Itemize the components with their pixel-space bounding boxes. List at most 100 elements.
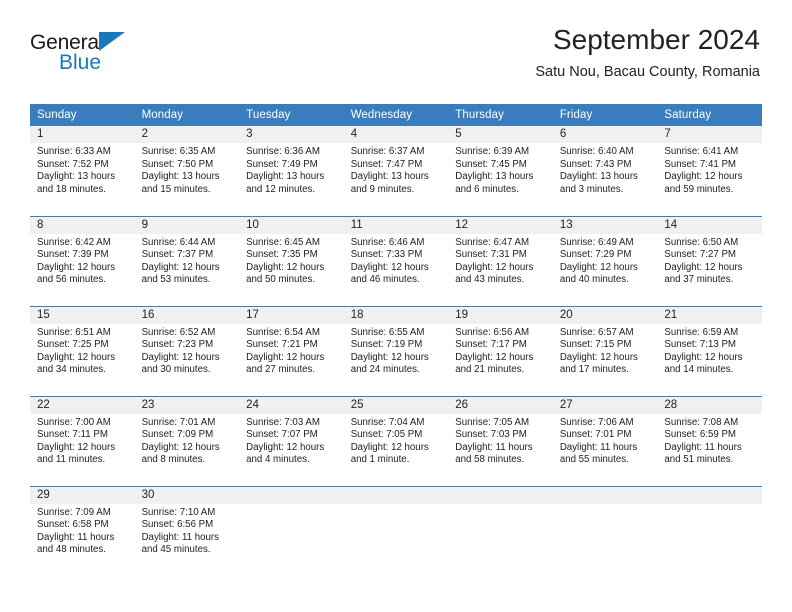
day-cell[interactable]: 19 Sunrise: 6:56 AM Sunset: 7:17 PM Dayl… — [448, 305, 553, 396]
day-cell[interactable]: 22 Sunrise: 7:00 AM Sunset: 7:11 PM Dayl… — [30, 395, 135, 486]
page-title: September 2024 — [552, 24, 760, 55]
daylight-text-line1: Daylight: 12 hours — [141, 261, 220, 273]
day-number: 4 — [343, 126, 449, 143]
day-cell[interactable]: 7 Sunrise: 6:41 AM Sunset: 7:41 PM Dayli… — [657, 126, 762, 216]
daylight-text-line1: Daylight: 12 hours — [141, 351, 220, 363]
column-header-wednesday: Wednesday — [343, 104, 449, 126]
daylight-text-line2: and 6 minutes. — [455, 183, 519, 195]
day-number: 11 — [343, 216, 449, 234]
day-cell[interactable]: 25 Sunrise: 7:04 AM Sunset: 7:05 PM Dayl… — [343, 395, 449, 486]
day-number: 14 — [657, 216, 762, 234]
sunrise-text: Sunrise: 7:06 AM — [559, 416, 634, 428]
day-cell[interactable]: 24 Sunrise: 7:03 AM Sunset: 7:07 PM Dayl… — [239, 395, 344, 486]
sunrise-text: Sunrise: 6:54 AM — [246, 326, 320, 338]
day-details: Sunrise: 7:08 AM Sunset: 6:59 PM Dayligh… — [657, 414, 762, 467]
daylight-text-line1: Daylight: 12 hours — [37, 441, 116, 453]
day-details: Sunrise: 7:00 AM Sunset: 7:11 PM Dayligh… — [30, 414, 135, 467]
daylight-text-line2: and 45 minutes. — [141, 544, 211, 556]
daylight-text-line1: Daylight: 13 hours — [350, 171, 429, 183]
day-cell[interactable]: 30 Sunrise: 7:10 AM Sunset: 6:56 PM Dayl… — [134, 485, 240, 576]
day-cell[interactable]: 15 Sunrise: 6:51 AM Sunset: 7:25 PM Dayl… — [30, 305, 135, 396]
day-cell[interactable]: 6 Sunrise: 6:40 AM Sunset: 7:43 PM Dayli… — [552, 126, 658, 216]
day-cell[interactable]: 29 Sunrise: 7:09 AM Sunset: 6:58 PM Dayl… — [30, 485, 135, 576]
sunset-text: Sunset: 7:37 PM — [141, 249, 214, 261]
sunrise-text: Sunrise: 6:35 AM — [141, 146, 216, 157]
day-cell[interactable]: 12 Sunrise: 6:47 AM Sunset: 7:31 PM Dayl… — [448, 215, 553, 306]
calendar-week-row: 8 Sunrise: 6:42 AM Sunset: 7:39 PM Dayli… — [30, 215, 762, 306]
daylight-text-line1: Daylight: 11 hours — [37, 531, 115, 543]
day-details: Sunrise: 6:51 AM Sunset: 7:25 PM Dayligh… — [30, 324, 135, 377]
day-cell[interactable]: 21 Sunrise: 6:59 AM Sunset: 7:13 PM Dayl… — [657, 305, 762, 396]
day-cell[interactable]: 10 Sunrise: 6:45 AM Sunset: 7:35 PM Dayl… — [239, 215, 344, 306]
calendar-page: General Blue September 2024 Satu Nou, Ba… — [0, 0, 792, 612]
column-header-thursday: Thursday — [448, 104, 553, 126]
sunset-text: Sunset: 7:11 PM — [37, 429, 108, 441]
day-cell[interactable]: 27 Sunrise: 7:06 AM Sunset: 7:01 PM Dayl… — [552, 395, 658, 486]
column-header-friday: Friday — [552, 104, 658, 126]
day-number: 19 — [448, 306, 553, 324]
day-details: Sunrise: 6:44 AM Sunset: 7:37 PM Dayligh… — [135, 234, 240, 287]
daylight-text-line2: and 40 minutes. — [559, 274, 629, 286]
day-cell[interactable]: 5 Sunrise: 6:39 AM Sunset: 7:45 PM Dayli… — [448, 126, 553, 216]
day-number: 27 — [552, 396, 658, 414]
sunrise-text: Sunrise: 6:40 AM — [559, 146, 634, 157]
day-number: 13 — [552, 216, 658, 234]
day-details: Sunrise: 6:50 AM Sunset: 7:27 PM Dayligh… — [657, 234, 762, 287]
day-number — [657, 486, 762, 504]
day-cell[interactable]: 4 Sunrise: 6:37 AM Sunset: 7:47 PM Dayli… — [343, 126, 449, 216]
day-cell[interactable]: 26 Sunrise: 7:05 AM Sunset: 7:03 PM Dayl… — [448, 395, 553, 486]
sunset-text: Sunset: 7:25 PM — [37, 339, 109, 351]
column-header-tuesday: Tuesday — [239, 104, 344, 126]
sunrise-text: Sunrise: 7:01 AM — [141, 416, 216, 428]
day-cell[interactable]: 17 Sunrise: 6:54 AM Sunset: 7:21 PM Dayl… — [239, 305, 344, 396]
day-cell[interactable]: 9 Sunrise: 6:44 AM Sunset: 7:37 PM Dayli… — [134, 215, 240, 306]
sunrise-text: Sunrise: 6:37 AM — [350, 146, 425, 157]
sunset-text: Sunset: 7:17 PM — [455, 339, 527, 351]
calendar-week-row: 15 Sunrise: 6:51 AM Sunset: 7:25 PM Dayl… — [30, 305, 762, 396]
day-cell[interactable]: 14 Sunrise: 6:50 AM Sunset: 7:27 PM Dayl… — [657, 215, 762, 306]
daylight-text-line2: and 24 minutes. — [350, 364, 420, 376]
daylight-text-line2: and 58 minutes. — [455, 454, 525, 466]
day-cell[interactable]: 28 Sunrise: 7:08 AM Sunset: 6:59 PM Dayl… — [657, 395, 762, 486]
daylight-text-line2: and 15 minutes. — [141, 183, 211, 195]
sunrise-text: Sunrise: 6:56 AM — [455, 326, 530, 338]
daylight-text-line2: and 21 minutes. — [455, 364, 525, 376]
day-cell[interactable]: 8 Sunrise: 6:42 AM Sunset: 7:39 PM Dayli… — [30, 215, 135, 306]
day-cell[interactable]: 13 Sunrise: 6:49 AM Sunset: 7:29 PM Dayl… — [552, 215, 658, 306]
day-cell[interactable]: 23 Sunrise: 7:01 AM Sunset: 7:09 PM Dayl… — [134, 395, 240, 486]
day-cell[interactable]: 1 Sunrise: 6:33 AM Sunset: 7:52 PM Dayli… — [30, 126, 135, 216]
day-cell[interactable]: 3 Sunrise: 6:36 AM Sunset: 7:49 PM Dayli… — [239, 126, 344, 216]
daylight-text-line2: and 50 minutes. — [246, 274, 316, 286]
sunrise-text: Sunrise: 6:59 AM — [664, 326, 739, 338]
daylight-text-line1: Daylight: 11 hours — [559, 441, 638, 453]
day-details: Sunrise: 6:47 AM Sunset: 7:31 PM Dayligh… — [448, 234, 553, 287]
calendar-week-row: 29 Sunrise: 7:09 AM Sunset: 6:58 PM Dayl… — [30, 485, 762, 576]
daylight-text-line2: and 46 minutes. — [350, 274, 420, 286]
sunset-text: Sunset: 6:58 PM — [37, 519, 109, 531]
day-cell[interactable]: 18 Sunrise: 6:55 AM Sunset: 7:19 PM Dayl… — [343, 305, 449, 396]
sunrise-text: Sunrise: 6:41 AM — [664, 146, 739, 157]
day-cell[interactable]: 20 Sunrise: 6:57 AM Sunset: 7:15 PM Dayl… — [552, 305, 658, 396]
daylight-text-line2: and 18 minutes. — [37, 183, 106, 195]
daylight-text-line2: and 27 minutes. — [246, 364, 316, 376]
day-number: 30 — [134, 486, 240, 504]
sunset-text: Sunset: 7:27 PM — [664, 249, 736, 261]
daylight-text-line1: Daylight: 12 hours — [246, 261, 325, 273]
day-number: 3 — [239, 126, 344, 143]
daylight-text-line1: Daylight: 12 hours — [37, 351, 116, 363]
day-details: Sunrise: 6:45 AM Sunset: 7:35 PM Dayligh… — [239, 234, 344, 287]
day-cell[interactable]: 11 Sunrise: 6:46 AM Sunset: 7:33 PM Dayl… — [343, 215, 449, 306]
day-number: 26 — [448, 396, 553, 414]
sunrise-text: Sunrise: 6:42 AM — [37, 236, 111, 248]
sunset-text: Sunset: 6:59 PM — [664, 429, 736, 441]
daylight-text-line1: Daylight: 13 hours — [141, 171, 220, 183]
sunset-text: Sunset: 6:56 PM — [141, 519, 214, 531]
daylight-text-line1: Daylight: 11 hours — [664, 441, 742, 453]
day-cell[interactable]: 2 Sunrise: 6:35 AM Sunset: 7:50 PM Dayli… — [134, 126, 240, 216]
day-number: 12 — [448, 216, 553, 234]
day-cell[interactable]: 16 Sunrise: 6:52 AM Sunset: 7:23 PM Dayl… — [134, 305, 240, 396]
sunrise-text: Sunrise: 6:50 AM — [664, 236, 739, 248]
sunset-text: Sunset: 7:29 PM — [559, 249, 632, 261]
column-header-sunday: Sunday — [30, 104, 135, 126]
daylight-text-line2: and 3 minutes. — [559, 183, 624, 195]
